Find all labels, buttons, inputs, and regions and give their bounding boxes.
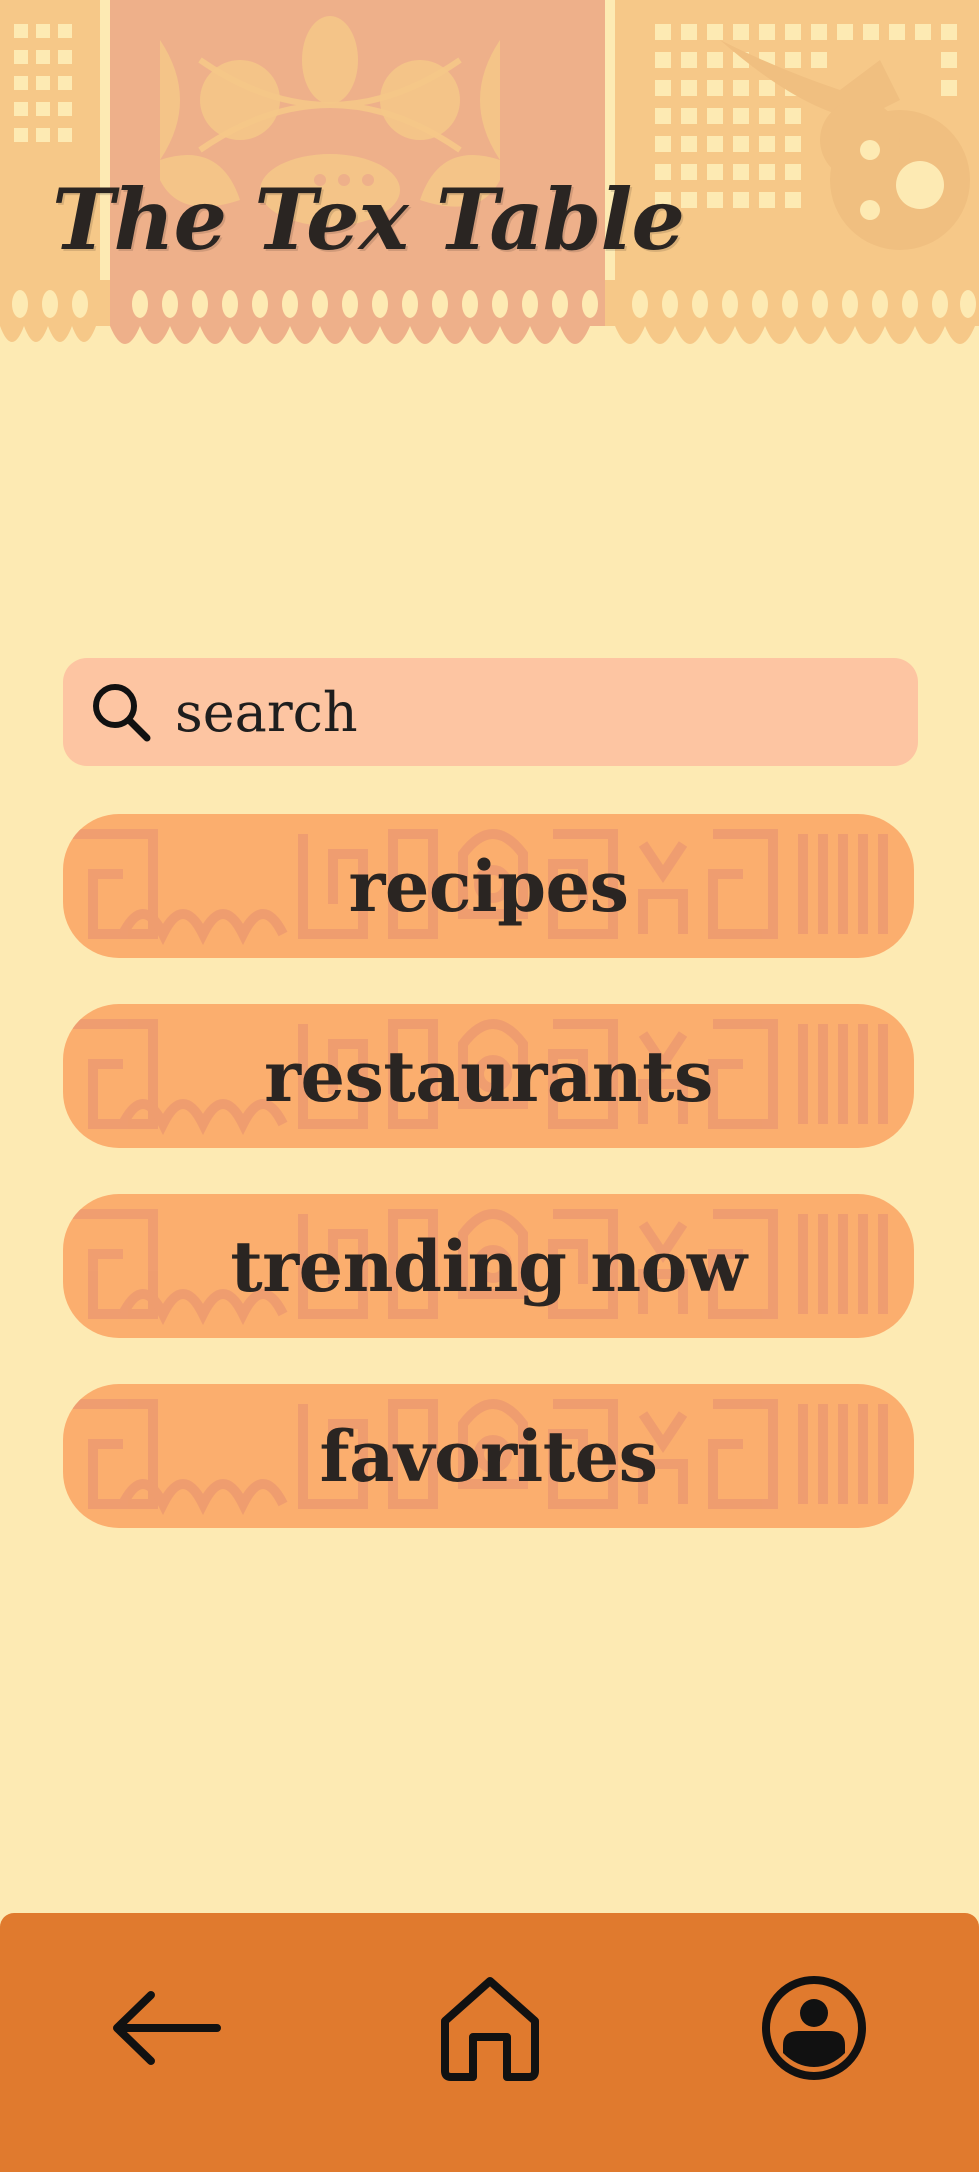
trending-now-button[interactable]: trending now — [63, 1194, 914, 1338]
recipes-label: recipes — [348, 844, 629, 928]
header-banner: The Tex Table — [0, 0, 979, 370]
search-icon[interactable] — [87, 678, 155, 746]
favorites-button[interactable]: favorites — [63, 1384, 914, 1528]
back-arrow-icon — [113, 1991, 221, 2065]
home-button[interactable] — [425, 1963, 555, 2093]
restaurants-label: restaurants — [264, 1034, 713, 1118]
app-title: The Tex Table — [52, 170, 685, 269]
trending-now-label: trending now — [230, 1224, 747, 1308]
profile-button[interactable] — [749, 1963, 879, 2093]
restaurants-button[interactable]: restaurants — [63, 1004, 914, 1148]
search-input[interactable] — [175, 680, 875, 744]
home-icon — [441, 1977, 539, 2081]
profile-icon — [762, 1976, 866, 2080]
search-bar[interactable] — [63, 658, 918, 766]
bottom-nav — [0, 1913, 979, 2172]
back-button[interactable] — [100, 1963, 230, 2093]
favorites-label: favorites — [319, 1414, 658, 1498]
recipes-button[interactable]: recipes — [63, 814, 914, 958]
